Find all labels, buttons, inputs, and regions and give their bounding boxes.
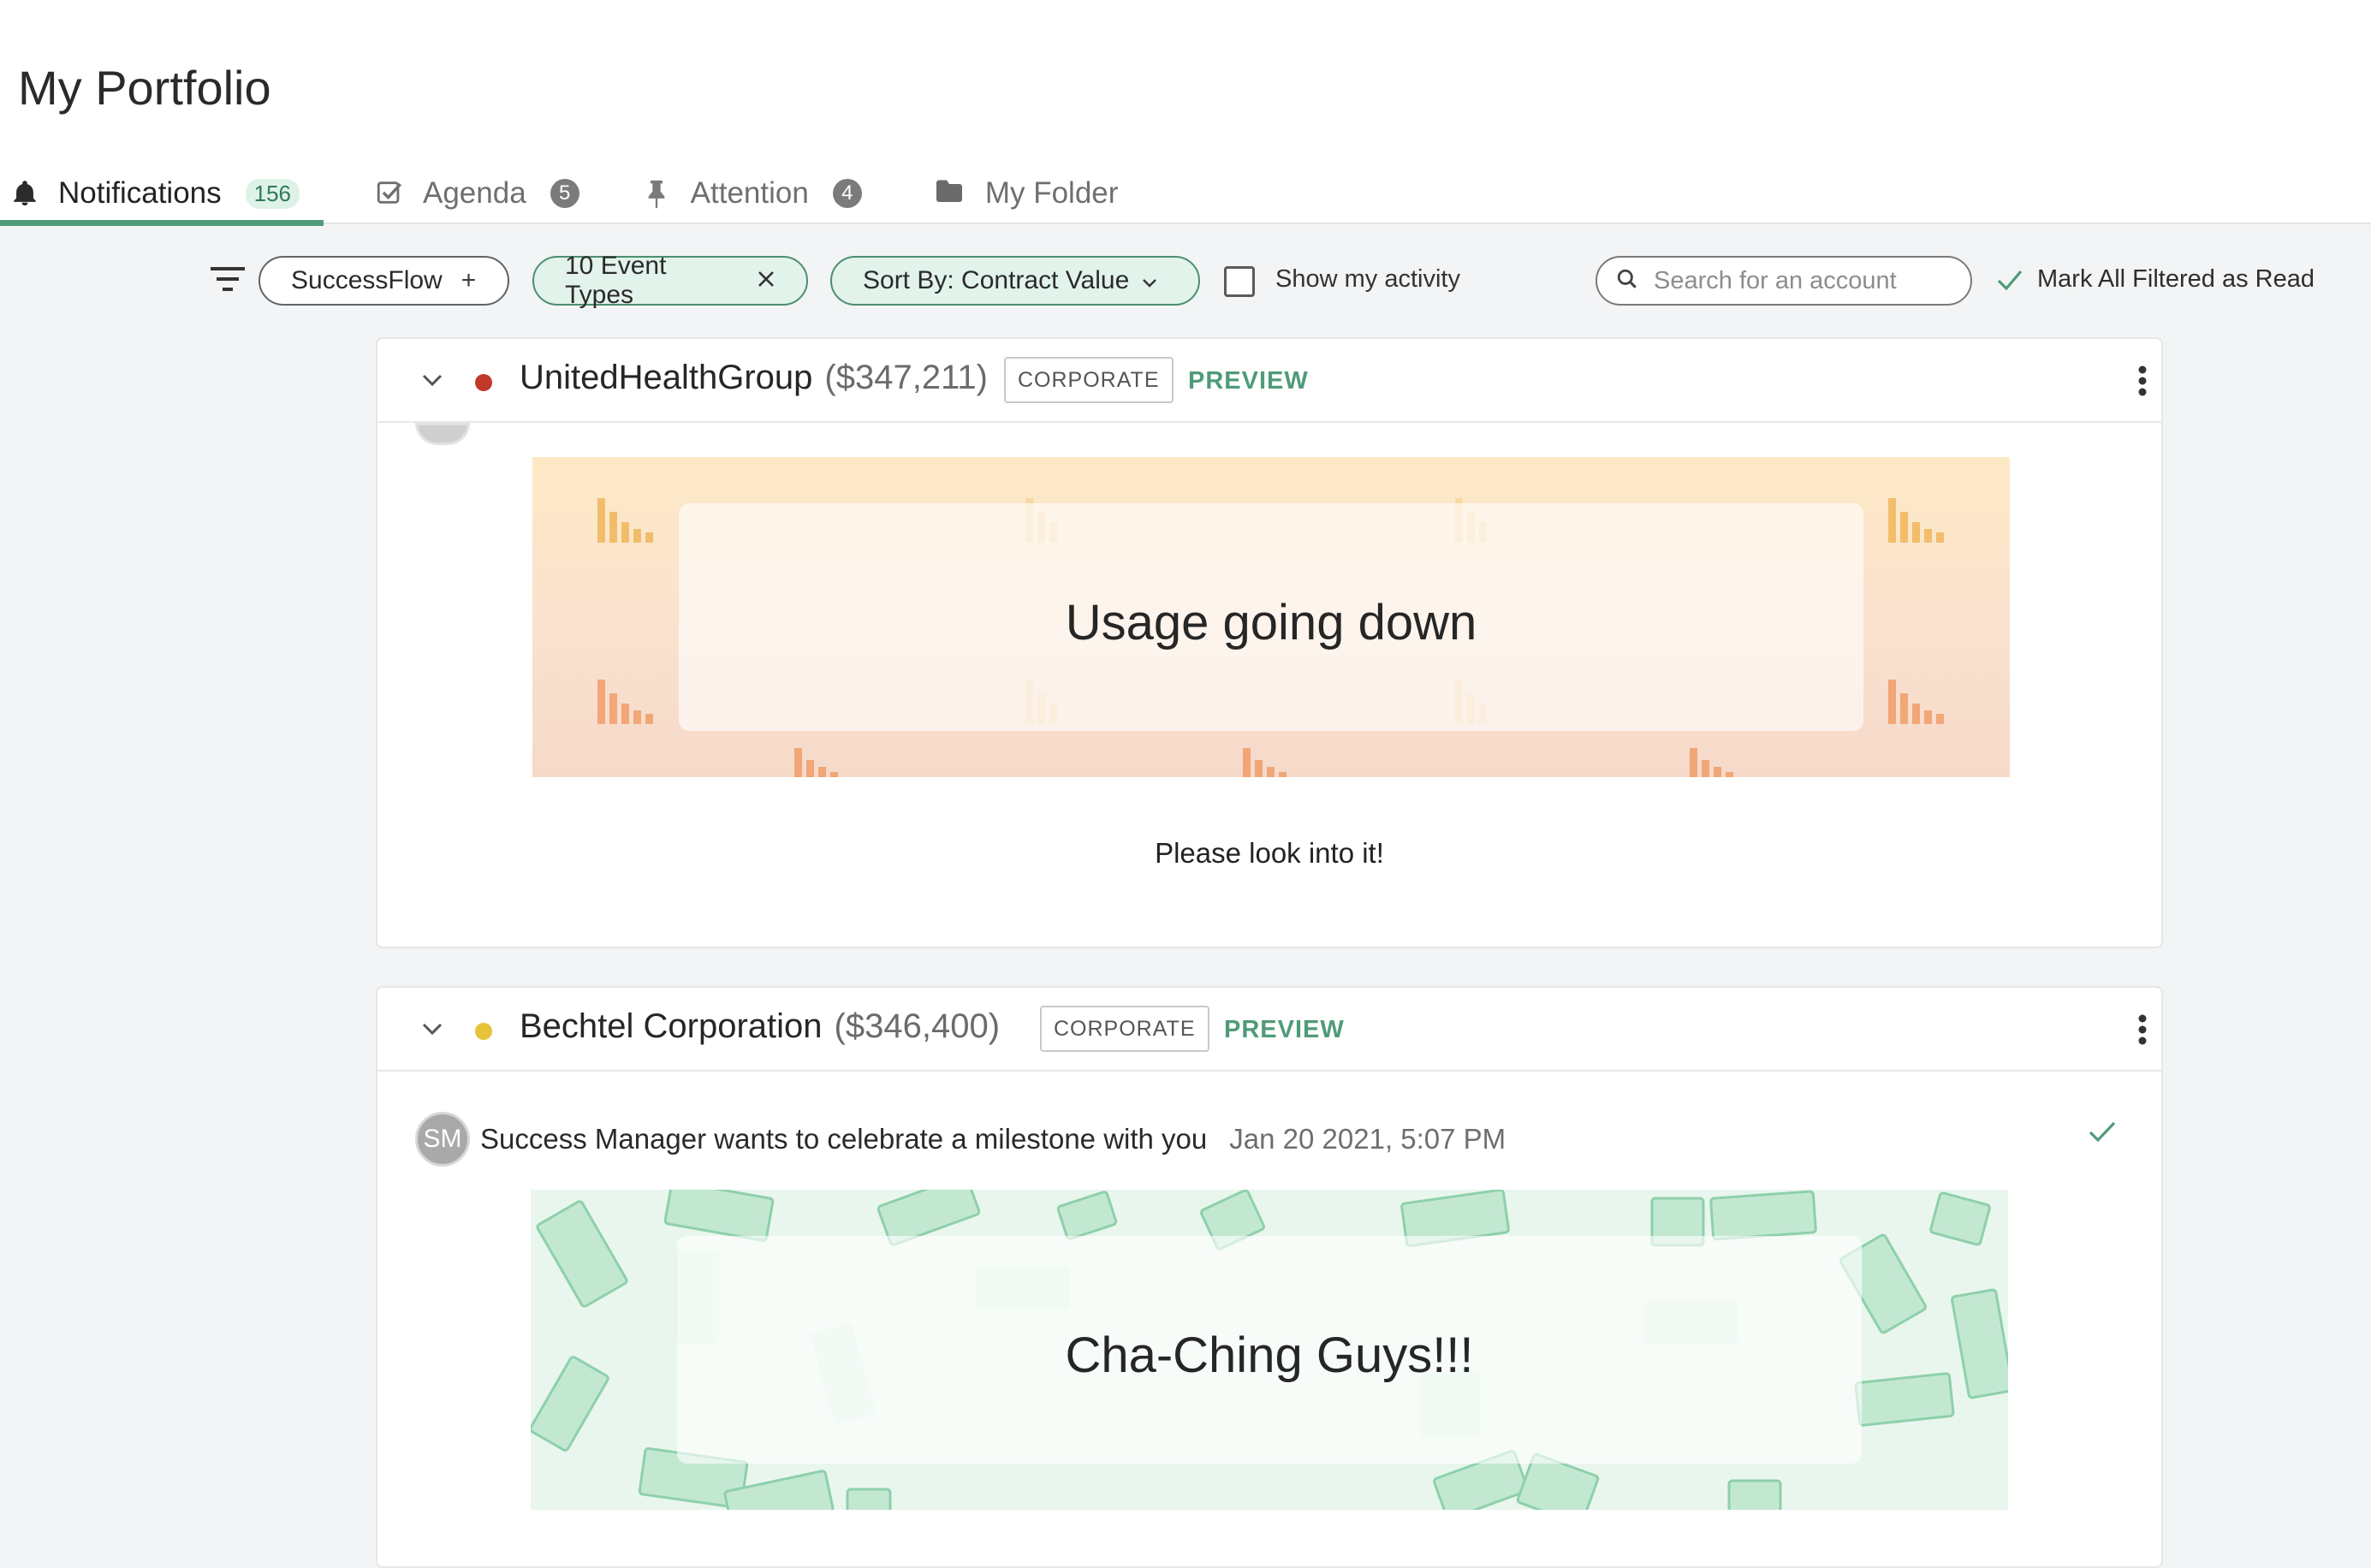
- folder-icon: [934, 178, 965, 209]
- contract-value: ($346,400): [834, 1007, 1001, 1045]
- account-card: UnitedHealthGroup ($347,211) CORPORATE PR…: [376, 337, 2163, 948]
- successflow-filter-pill[interactable]: SuccessFlow +: [258, 256, 509, 306]
- successflow-label: SuccessFlow: [291, 266, 443, 294]
- banner-title: Usage going down: [1065, 595, 1477, 650]
- tab-notifications-label: Notifications: [58, 176, 222, 210]
- chevron-down-icon[interactable]: [420, 1019, 444, 1039]
- preview-link[interactable]: PREVIEW: [1188, 367, 1309, 395]
- checkbox-icon: [375, 178, 404, 209]
- chevron-down-icon: [1141, 266, 1158, 295]
- tab-agenda[interactable]: Agenda 5: [365, 163, 590, 224]
- filter-bar: SuccessFlow + 10 Event Types Sort By: Co…: [0, 250, 2371, 310]
- tab-agenda-label: Agenda: [423, 176, 526, 210]
- event-types-filter-pill[interactable]: 10 Event Types: [532, 252, 808, 309]
- tab-notifications[interactable]: Notifications 156: [0, 163, 324, 226]
- mark-all-read-label: Mark All Filtered as Read: [2037, 265, 2315, 293]
- more-options-icon[interactable]: [2137, 1013, 2148, 1046]
- close-icon[interactable]: [757, 266, 775, 295]
- card-header: UnitedHealthGroup ($347,211) CORPORATE PR…: [377, 339, 2161, 423]
- tab-attention-label: Attention: [690, 176, 809, 210]
- tab-my-folder-label: My Folder: [984, 176, 1119, 210]
- plus-icon: +: [461, 266, 477, 294]
- tab-bar: Notifications 156 Agenda 5 Attention 4 M…: [0, 163, 1129, 226]
- attention-count-badge: 4: [832, 179, 862, 208]
- account-name-text: UnitedHealthGroup: [520, 359, 813, 396]
- show-activity-checkbox[interactable]: [1224, 266, 1255, 297]
- search-input[interactable]: [1654, 266, 1962, 295]
- page-header: My Portfolio Notifications 156 Agenda 5 …: [0, 0, 2371, 226]
- account-card: Bechtel Corporation ($346,400) CORPORATE …: [376, 986, 2163, 1568]
- banner-title: Cha-Ching Guys!!!: [1065, 1327, 1474, 1383]
- notification-text: Success Manager wants to celebrate a mil…: [480, 1123, 1208, 1155]
- filter-icon[interactable]: [209, 264, 247, 294]
- segment-badge: CORPORATE: [1004, 357, 1174, 403]
- bell-icon: [10, 178, 39, 209]
- contract-value: ($347,211): [824, 359, 988, 396]
- tab-attention[interactable]: Attention 4: [634, 163, 872, 224]
- sort-label: Sort By: Contract Value: [863, 266, 1130, 294]
- notification-row: SM Success Manager wants to celebrate a …: [415, 1111, 2127, 1167]
- agenda-count-badge: 5: [550, 179, 579, 208]
- segment-badge: CORPORATE: [1040, 1006, 1209, 1052]
- account-name[interactable]: UnitedHealthGroup ($347,211): [520, 359, 988, 397]
- check-icon: [1996, 268, 2023, 292]
- preview-link[interactable]: PREVIEW: [1224, 1016, 1345, 1044]
- tab-my-folder[interactable]: My Folder: [924, 163, 1129, 224]
- card-header: Bechtel Corporation ($346,400) CORPORATE …: [377, 988, 2161, 1072]
- account-search: [1596, 256, 1972, 306]
- avatar: [415, 423, 470, 445]
- more-options-icon[interactable]: [2137, 365, 2148, 397]
- celebration-banner: Cha-Ching Guys!!!: [531, 1190, 2008, 1510]
- account-name[interactable]: Bechtel Corporation ($346,400): [520, 1007, 1000, 1046]
- chevron-down-icon[interactable]: [420, 370, 444, 390]
- mark-all-read-button[interactable]: Mark All Filtered as Read: [1996, 265, 2315, 294]
- status-dot: [475, 1023, 492, 1040]
- card-message: Please look into it!: [1155, 837, 1384, 869]
- pin-icon: [645, 178, 674, 209]
- sort-dropdown[interactable]: Sort By: Contract Value: [830, 256, 1200, 306]
- account-name-text: Bechtel Corporation: [520, 1007, 823, 1045]
- status-dot: [475, 374, 492, 391]
- avatar: SM: [415, 1112, 470, 1167]
- search-icon: [1616, 268, 1638, 294]
- page-title: My Portfolio: [18, 61, 271, 115]
- usage-down-banner: Usage going down: [532, 457, 2010, 777]
- mark-read-check-icon[interactable]: [2088, 1120, 2117, 1143]
- notifications-count-badge: 156: [245, 178, 300, 209]
- show-activity-label: Show my activity: [1275, 265, 1460, 293]
- notification-date: Jan 20 2021, 5:07 PM: [1229, 1123, 1506, 1155]
- event-types-label: 10 Event Types: [565, 252, 667, 309]
